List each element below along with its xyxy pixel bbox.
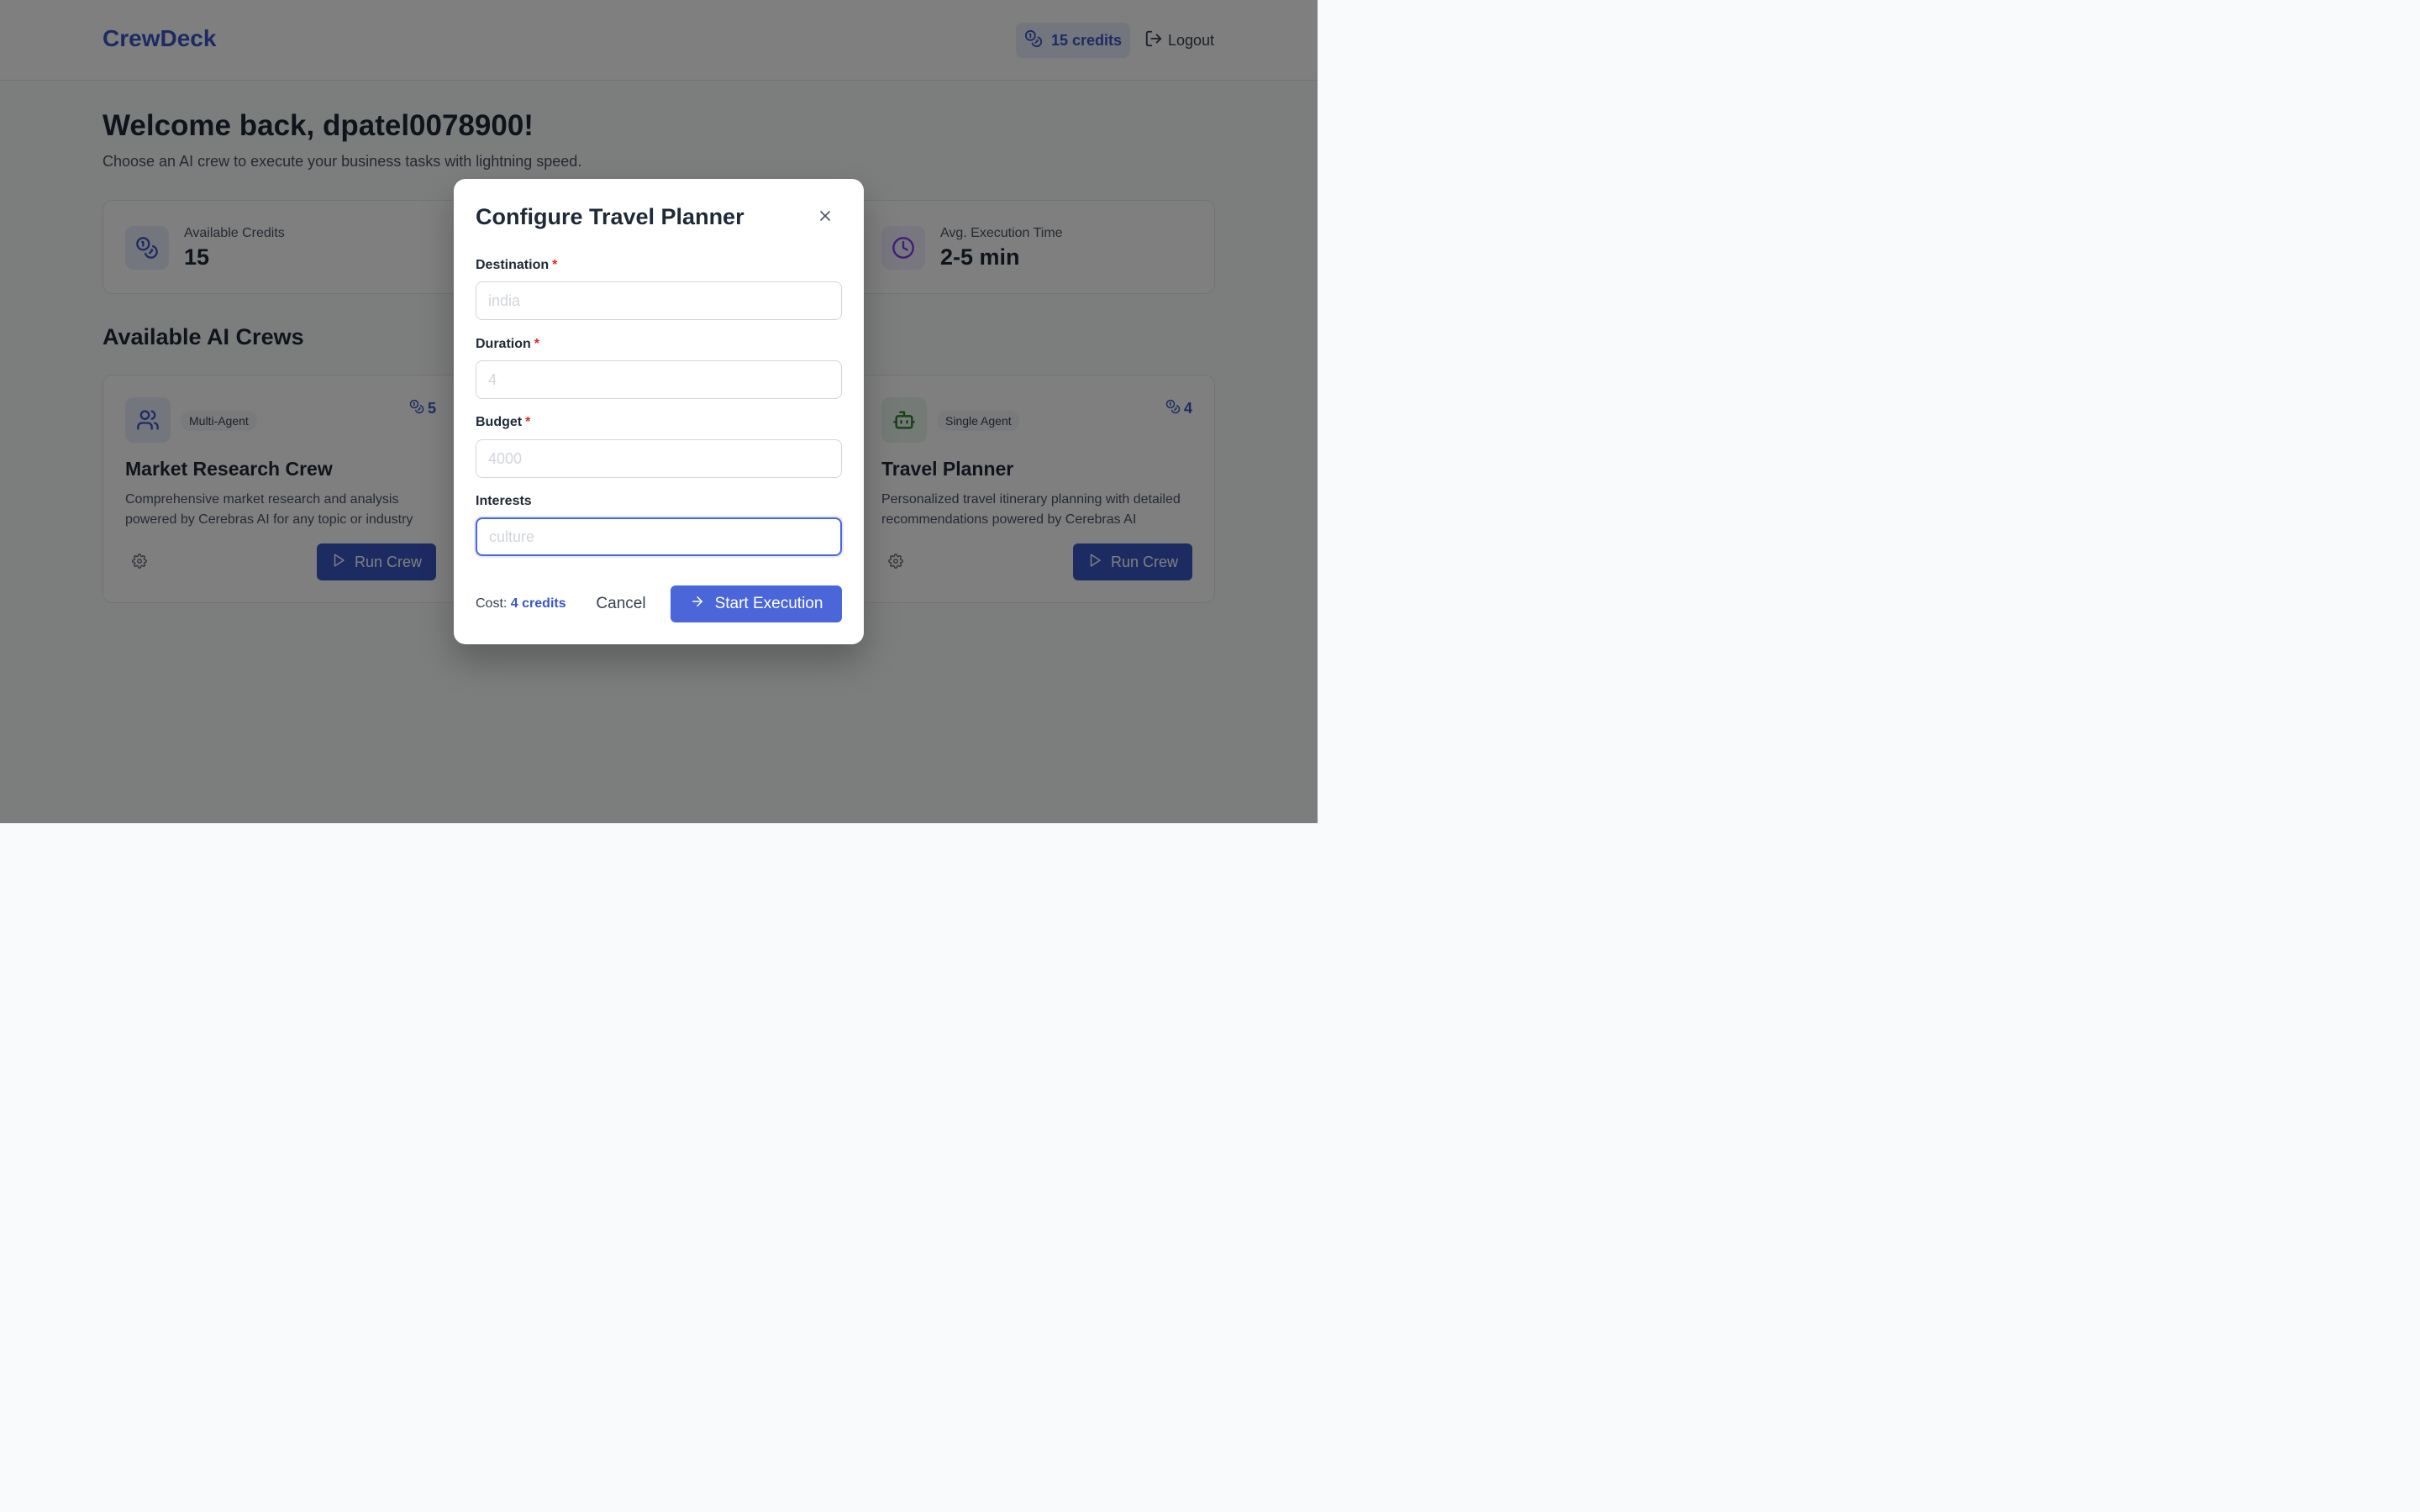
required-marker: *	[552, 258, 558, 272]
cost-prefix: Cost:	[476, 596, 508, 611]
interests-input[interactable]	[476, 517, 842, 556]
duration-label-text: Duration	[476, 337, 531, 351]
cost-value: 4 credits	[510, 596, 566, 611]
close-icon	[817, 207, 834, 228]
duration-label: Duration *	[476, 337, 539, 352]
required-marker: *	[534, 337, 540, 351]
arrow-right-icon	[690, 594, 705, 614]
budget-label: Budget *	[476, 415, 530, 430]
destination-label-text: Destination	[476, 258, 550, 272]
destination-label: Destination *	[476, 258, 557, 273]
budget-input[interactable]	[476, 439, 842, 478]
start-execution-button[interactable]: Start Execution	[671, 585, 842, 622]
modal-cost: Cost: 4 credits	[476, 596, 566, 612]
cancel-button[interactable]: Cancel	[585, 585, 657, 622]
required-marker: *	[525, 415, 531, 429]
destination-input[interactable]	[476, 281, 842, 320]
budget-label-text: Budget	[476, 415, 523, 429]
modal-title: Configure Travel Planner	[476, 204, 744, 229]
interests-label-text: Interests	[476, 494, 532, 508]
close-button[interactable]	[813, 206, 837, 229]
duration-input[interactable]	[476, 360, 842, 399]
app-root: CrewDeck 15 credits Logout Welcome back,…	[0, 0, 1318, 823]
configure-modal: Configure Travel Planner Destination* Du…	[454, 179, 864, 644]
interests-label: Interests	[476, 494, 532, 509]
start-execution-label: Start Execution	[714, 595, 823, 612]
